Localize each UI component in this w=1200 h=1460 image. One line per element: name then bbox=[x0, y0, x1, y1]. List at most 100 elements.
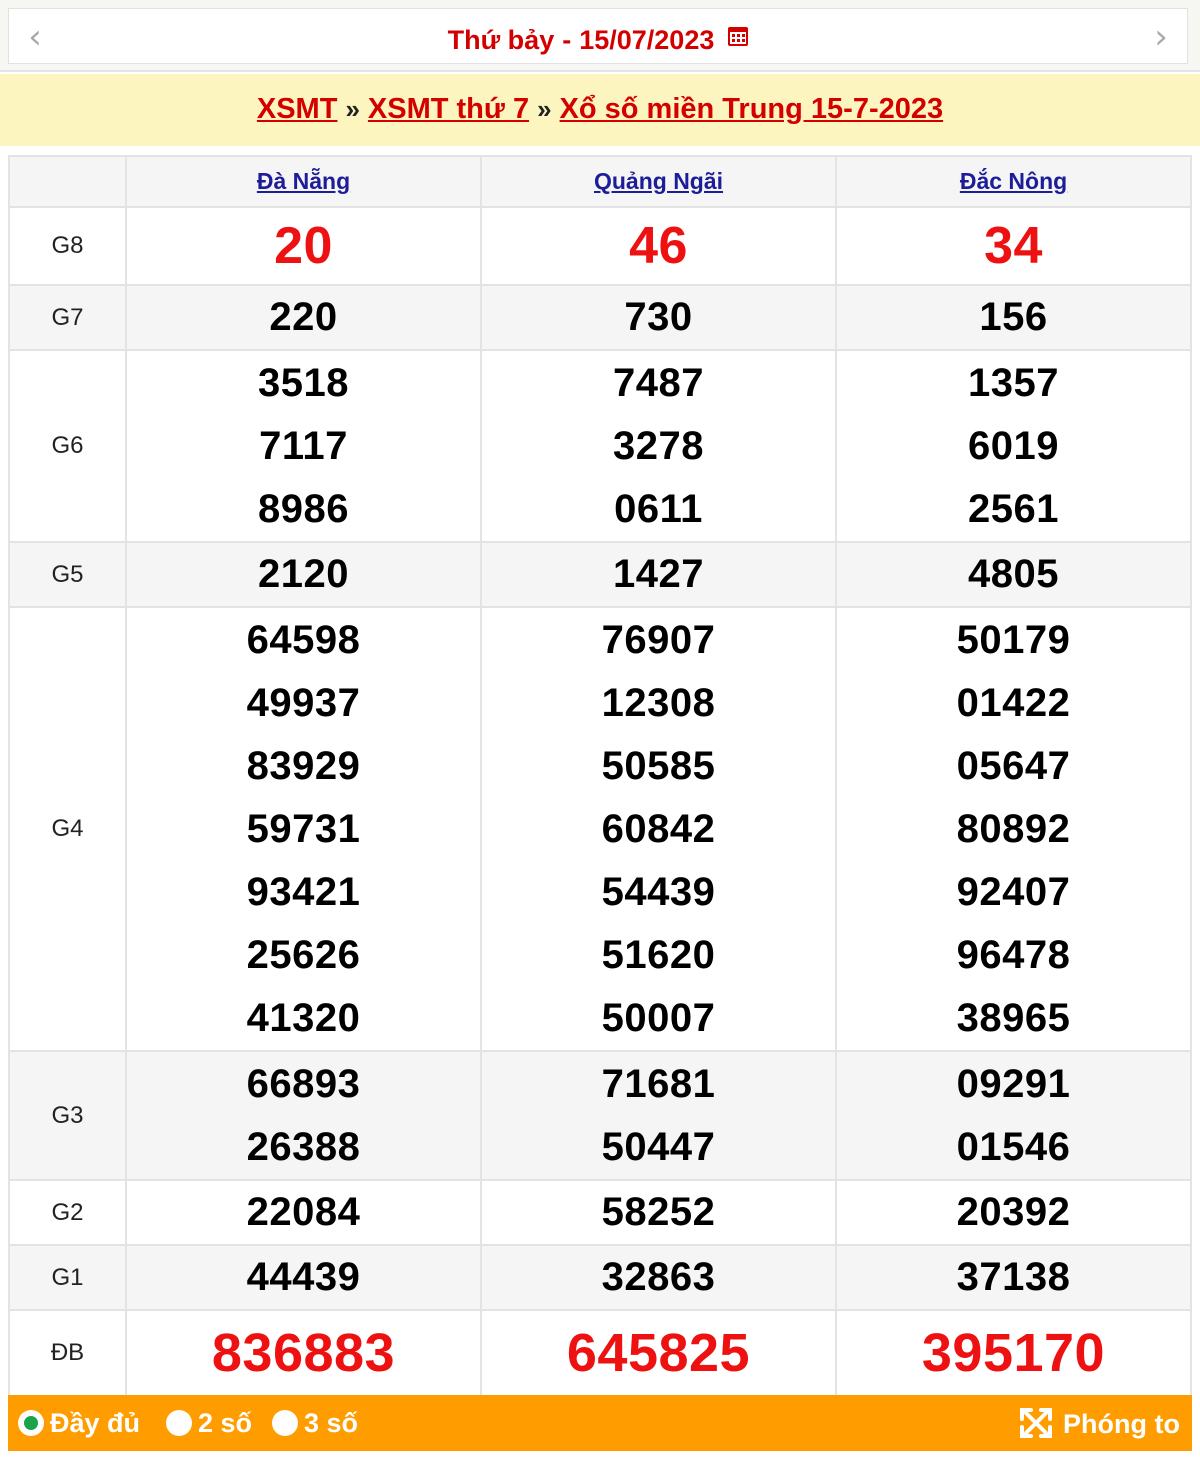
radio-icon[interactable] bbox=[272, 1410, 298, 1436]
prize-number: 80892 bbox=[956, 806, 1071, 851]
option-full-label: Đầy đủ bbox=[50, 1408, 141, 1438]
province-header: Đắc Nông bbox=[835, 155, 1192, 208]
prize-number: 50179 bbox=[956, 617, 1071, 662]
prize-number: 50447 bbox=[601, 1124, 716, 1169]
prize-number: 41320 bbox=[246, 995, 361, 1040]
prize-number: 05647 bbox=[956, 743, 1071, 788]
prize-number: 01546 bbox=[956, 1124, 1071, 1169]
prize-cell: 09291 01546 bbox=[835, 1050, 1192, 1181]
prize-label: G3 bbox=[8, 1050, 127, 1181]
prize-cell: 7487 3278 0611 bbox=[480, 349, 837, 543]
prize-cell: 395170 bbox=[835, 1309, 1192, 1397]
prize-number: 20392 bbox=[956, 1190, 1071, 1234]
prize-cell: 46 bbox=[480, 206, 837, 286]
prize-number: 25626 bbox=[246, 932, 361, 977]
prize-number: 1357 bbox=[968, 360, 1059, 405]
prize-number: 49937 bbox=[246, 680, 361, 725]
prize-number: 44439 bbox=[246, 1255, 361, 1299]
prize-cell: 1357 6019 2561 bbox=[835, 349, 1192, 543]
prize-number: 2120 bbox=[258, 552, 349, 596]
prize-number: 92407 bbox=[956, 869, 1071, 914]
prize-number: 93421 bbox=[246, 869, 361, 914]
prize-label: ĐB bbox=[8, 1309, 127, 1397]
prize-cell: 220 bbox=[125, 284, 482, 351]
breadcrumb: XSMT» XSMT thứ 7» Xổ số miền Trung 15-7-20… bbox=[0, 92, 1200, 126]
prize-number: 60842 bbox=[601, 806, 716, 851]
prize-number: 0611 bbox=[614, 486, 703, 531]
prize-number: 1427 bbox=[613, 552, 704, 596]
prize-number: 58252 bbox=[601, 1190, 716, 1234]
option-full[interactable]: Đầy đủ bbox=[18, 1407, 140, 1439]
prize-cell: 44439 bbox=[125, 1244, 482, 1311]
province-link[interactable]: Đà Nẵng bbox=[257, 168, 350, 194]
option-2-label: 2 số bbox=[198, 1408, 253, 1438]
zoom-button[interactable]: Phóng to bbox=[1019, 1407, 1180, 1439]
province-header: Đà Nẵng bbox=[125, 155, 482, 208]
prize-label: G8 bbox=[8, 206, 127, 286]
lottery-results-table: Đà Nẵng Quảng Ngãi Đắc Nông G8 20 46 34 G7 22… bbox=[8, 155, 1192, 1397]
chevron-right-icon[interactable]: › bbox=[1141, 19, 1181, 59]
prize-cell: 3518 7117 8986 bbox=[125, 349, 482, 543]
prize-number: 96478 bbox=[956, 932, 1071, 977]
prize-cell: 50179 01422 05647 80892 92407 96478 38965 bbox=[835, 606, 1192, 1052]
display-options-bar: Đầy đủ 2 số 3 số Phóng to bbox=[8, 1395, 1192, 1451]
radio-icon[interactable] bbox=[166, 1410, 192, 1436]
prize-label: G1 bbox=[8, 1244, 127, 1311]
prize-number: 7487 bbox=[613, 360, 704, 405]
prize-label: G7 bbox=[8, 284, 127, 351]
prize-row: G3 66893 26388 71681 50447 09291 01546 bbox=[8, 1050, 1192, 1181]
prize-number: 6019 bbox=[968, 423, 1059, 468]
date-nav-bar: ‹ Thứ bảy -15/07/2023 › bbox=[0, 0, 1200, 72]
prize-number: 50007 bbox=[601, 995, 716, 1040]
prize-number: 37138 bbox=[956, 1255, 1071, 1299]
breadcrumb-separator: » bbox=[537, 94, 552, 124]
prize-cell: 156 bbox=[835, 284, 1192, 351]
prize-number: 395170 bbox=[921, 1323, 1106, 1383]
prize-cell: 20392 bbox=[835, 1179, 1192, 1246]
prize-cell: 76907 12308 50585 60842 54439 51620 50007 bbox=[480, 606, 837, 1052]
date-separator: - bbox=[562, 25, 572, 55]
prize-label: G6 bbox=[8, 349, 127, 543]
radio-selected-icon[interactable] bbox=[18, 1410, 44, 1436]
weekday-label: Thứ bảy bbox=[447, 25, 555, 55]
prize-cell: 836883 bbox=[125, 1309, 482, 1397]
prize-row: G5 2120 1427 4805 bbox=[8, 541, 1192, 608]
prize-number: 3518 bbox=[258, 360, 349, 405]
option-3-digits[interactable]: 3 số bbox=[272, 1407, 358, 1439]
prize-cell: 2120 bbox=[125, 541, 482, 608]
breadcrumb-bar: XSMT» XSMT thứ 7» Xổ số miền Trung 15-7-20… bbox=[0, 74, 1200, 146]
date-selector[interactable]: Thứ bảy -15/07/2023 bbox=[9, 25, 1187, 55]
prize-number: 3278 bbox=[613, 423, 704, 468]
calendar-icon[interactable] bbox=[728, 27, 749, 46]
province-link[interactable]: Đắc Nông bbox=[960, 168, 1067, 194]
province-link[interactable]: Quảng Ngãi bbox=[594, 168, 723, 194]
prize-label: G2 bbox=[8, 1179, 127, 1246]
prize-cell: 20 bbox=[125, 206, 482, 286]
option-3-label: 3 số bbox=[304, 1408, 359, 1438]
prize-number: 66893 bbox=[246, 1061, 361, 1106]
option-2-digits[interactable]: 2 số bbox=[166, 1407, 252, 1439]
prize-number: 12308 bbox=[601, 680, 716, 725]
prize-number: 8986 bbox=[258, 486, 349, 531]
breadcrumb-link-xsmt-thu-7[interactable]: XSMT thứ 7 bbox=[368, 93, 529, 125]
prize-number: 50585 bbox=[601, 743, 716, 788]
prize-number: 83929 bbox=[246, 743, 361, 788]
prize-number: 26388 bbox=[246, 1124, 361, 1169]
prize-number: 2561 bbox=[968, 486, 1059, 531]
prize-cell: 64598 49937 83929 59731 93421 25626 41320 bbox=[125, 606, 482, 1052]
date-nav-box: ‹ Thứ bảy -15/07/2023 › bbox=[8, 8, 1188, 64]
prize-number: 645825 bbox=[566, 1323, 751, 1383]
prize-cell: 730 bbox=[480, 284, 837, 351]
prize-row: G7 220 730 156 bbox=[8, 284, 1192, 351]
expand-icon bbox=[1020, 1408, 1053, 1438]
prize-number: 38965 bbox=[956, 995, 1071, 1040]
breadcrumb-link-xo-so-mien-trung[interactable]: Xổ số miền Trung 15-7-2023 bbox=[560, 93, 944, 125]
prize-number: 4805 bbox=[968, 552, 1059, 596]
prize-label: G4 bbox=[8, 606, 127, 1052]
zoom-label: Phóng to bbox=[1063, 1409, 1180, 1439]
breadcrumb-link-xsmt[interactable]: XSMT bbox=[257, 93, 338, 125]
prize-row: G8 20 46 34 bbox=[8, 206, 1192, 286]
province-header: Quảng Ngãi bbox=[480, 155, 837, 208]
breadcrumb-separator: » bbox=[345, 94, 360, 124]
prize-cell: 32863 bbox=[480, 1244, 837, 1311]
